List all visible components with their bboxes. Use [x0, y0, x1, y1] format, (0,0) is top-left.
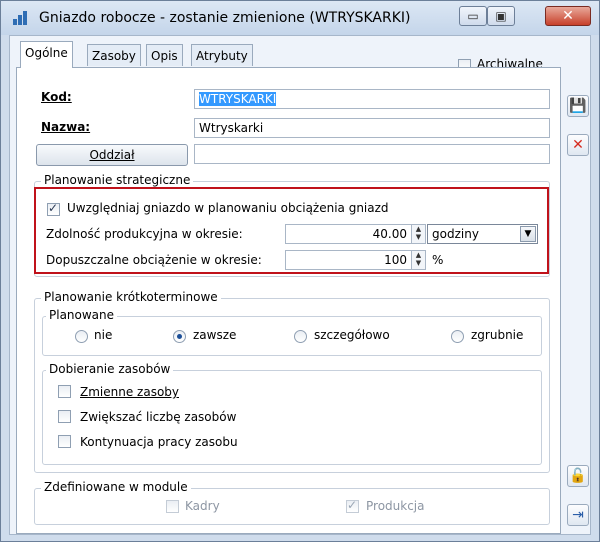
- load-label: Dopuszczalne obciążenie w okresie:: [46, 253, 262, 267]
- radio-nie-label: nie: [94, 328, 113, 342]
- tab-opis[interactable]: Opis: [146, 44, 183, 66]
- radio-szczegolowo-label: szczegółowo: [314, 328, 390, 342]
- cancel-button[interactable]: ✕: [567, 134, 589, 156]
- radio-szczegolowo[interactable]: [294, 330, 307, 343]
- continue-resource-label: Kontynuacja pracy zasobu: [80, 435, 238, 449]
- module-produkcja-checkbox[interactable]: [346, 498, 359, 513]
- close-icon: ✕: [562, 8, 574, 24]
- radio-zgrubnie-label: zgrubnie: [471, 328, 524, 342]
- tab-ogolne[interactable]: Ogólne: [20, 41, 73, 68]
- window-title: Gniazdo robocze - zostanie zmienione (WT…: [39, 10, 411, 26]
- capacity-input[interactable]: 40.00: [285, 224, 412, 244]
- name-input[interactable]: Wtryskarki: [194, 118, 550, 138]
- radio-zgrubnie[interactable]: [451, 330, 464, 343]
- title-bar[interactable]: Gniazdo robocze - zostanie zmienione (WT…: [1, 1, 599, 35]
- maximize-icon: ▣: [495, 9, 507, 23]
- load-spinner[interactable]: ▲ ▼: [411, 250, 426, 270]
- chevron-down-icon: ▼: [520, 226, 536, 242]
- save-button[interactable]: 💾: [567, 95, 589, 117]
- load-input[interactable]: 100: [285, 250, 412, 270]
- load-unit-label: %: [432, 253, 444, 267]
- capacity-spinner[interactable]: ▲ ▼: [411, 224, 426, 244]
- increase-resources-label: Zwiększać liczbę zasobów: [80, 410, 237, 424]
- capacity-unit-value: godziny: [432, 227, 479, 241]
- lock-button[interactable]: 🔓: [567, 465, 589, 487]
- tab-atrybuty[interactable]: Atrybuty: [191, 44, 253, 66]
- spin-up-icon: ▲: [415, 251, 422, 259]
- pin-icon: ⇥: [572, 507, 584, 523]
- radio-nie[interactable]: [75, 330, 88, 343]
- module-kadry-label: Kadry: [185, 499, 220, 513]
- capacity-unit-select[interactable]: godziny ▼: [427, 224, 538, 244]
- module-legend: Zdefiniowane w module: [41, 480, 191, 494]
- increase-resources-checkbox[interactable]: [58, 410, 71, 423]
- module-kadry-checkbox[interactable]: [166, 500, 179, 513]
- code-input[interactable]: WTRYSKARKI: [194, 89, 550, 109]
- name-label: Nazwa:: [41, 120, 91, 134]
- branch-button[interactable]: Oddział: [36, 144, 188, 166]
- lock-icon: 🔓: [569, 468, 587, 484]
- cancel-icon: ✕: [572, 137, 584, 153]
- module-produkcja-label: Produkcja: [366, 499, 425, 513]
- variable-resources-checkbox[interactable]: [58, 385, 71, 398]
- pin-button[interactable]: ⇥: [567, 504, 589, 526]
- window: Gniazdo robocze - zostanie zmienione (WT…: [0, 0, 600, 542]
- app-icon: [13, 11, 29, 25]
- code-label: Kod:: [41, 90, 72, 104]
- spin-up-icon: ▲: [415, 225, 422, 233]
- planned-group: [42, 316, 542, 356]
- capacity-label: Zdolność produkcyjna w okresie:: [46, 227, 243, 241]
- variable-resources-label: Zmienne zasoby: [80, 385, 179, 399]
- radio-zawsze-label: zawsze: [193, 328, 237, 342]
- close-button[interactable]: ✕: [545, 6, 591, 26]
- planned-legend: Planowane: [46, 308, 118, 322]
- minimize-icon: ▭: [467, 9, 479, 23]
- include-in-planning-checkbox[interactable]: [47, 201, 60, 216]
- continue-resource-checkbox[interactable]: [58, 435, 71, 448]
- tab-zasoby[interactable]: Zasoby: [87, 44, 141, 66]
- shortterm-legend: Planowanie krótkoterminowe: [41, 290, 221, 304]
- radio-zawsze[interactable]: [173, 330, 186, 343]
- resources-legend: Dobieranie zasobów: [46, 362, 174, 376]
- spin-down-icon: ▼: [415, 233, 422, 241]
- strategic-legend: Planowanie strategiczne: [41, 173, 194, 187]
- include-in-planning-label: Uwzględniaj gniazdo w planowaniu obciąże…: [67, 201, 389, 215]
- save-icon: 💾: [569, 98, 587, 114]
- spin-down-icon: ▼: [415, 259, 422, 267]
- maximize-button[interactable]: ▣: [487, 6, 515, 26]
- minimize-button[interactable]: ▭: [459, 6, 487, 26]
- branch-input[interactable]: [194, 144, 550, 164]
